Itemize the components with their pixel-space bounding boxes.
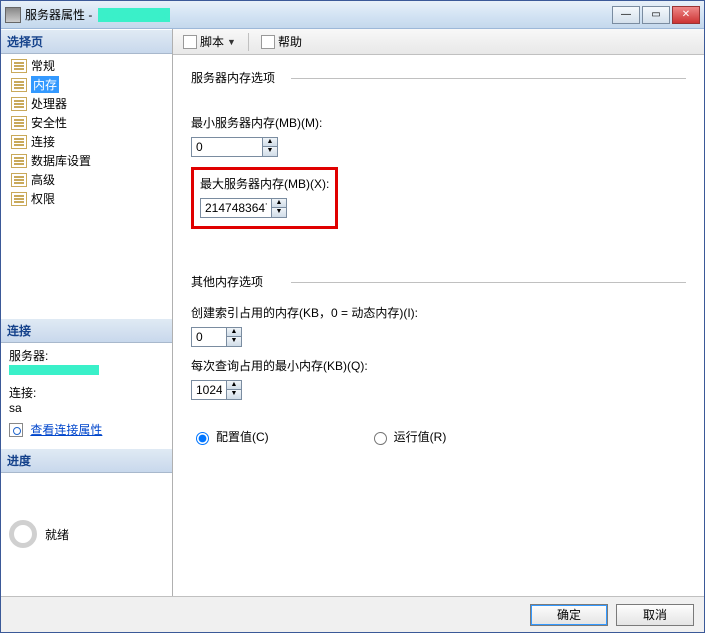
page-label: 高级 (31, 171, 55, 188)
connection-header: 连接 (1, 318, 172, 343)
max-memory-spinner[interactable]: ▲ ▼ (200, 198, 287, 218)
page-label: 连接 (31, 133, 55, 150)
select-page-header: 选择页 (1, 29, 172, 54)
spin-down-icon[interactable]: ▼ (263, 147, 277, 156)
ok-button[interactable]: 确定 (530, 604, 608, 626)
toolbar-separator (248, 33, 249, 51)
help-button[interactable]: 帮助 (257, 31, 306, 52)
page-item-security[interactable]: 安全性 (1, 113, 172, 132)
spin-down-icon[interactable]: ▼ (227, 337, 241, 346)
script-button[interactable]: 脚本 ▼ (179, 31, 240, 52)
maximize-button[interactable]: ▭ (642, 6, 670, 24)
titlebar: 服务器属性 - xxx.xxx.x.xx — ▭ ✕ (1, 1, 704, 29)
max-memory-label: 最大服务器内存(MB)(X): (200, 175, 329, 192)
spin-up-icon[interactable]: ▲ (272, 199, 286, 208)
server-memory-group: 服务器内存选项 最小服务器内存(MB)(M): ▲ ▼ 最大服务器内存(MB)(… (191, 69, 686, 229)
configured-value-radio[interactable]: 配置值(C) (191, 428, 269, 445)
help-icon (261, 35, 275, 49)
help-label: 帮助 (278, 33, 302, 50)
page-icon (11, 97, 27, 111)
running-radio-input[interactable] (374, 432, 387, 445)
server-value-redacted (9, 365, 99, 375)
page-icon (11, 154, 27, 168)
group-title: 其他内存选项 (191, 273, 686, 290)
page-label: 数据库设置 (31, 152, 91, 169)
server-memory-title: 服务器内存选项 (191, 71, 275, 85)
query-memory-spinner[interactable]: ▲ ▼ (191, 380, 242, 400)
page-item-connections[interactable]: 连接 (1, 132, 172, 151)
other-memory-title: 其他内存选项 (191, 275, 263, 289)
progress-status: 就绪 (45, 526, 69, 543)
view-connection-properties-link[interactable]: 查看连接属性 (30, 423, 102, 437)
page-label: 处理器 (31, 95, 67, 112)
page-item-general[interactable]: 常规 (1, 56, 172, 75)
app-icon (5, 7, 21, 23)
page-icon (11, 192, 27, 206)
dropdown-caret-icon[interactable]: ▼ (227, 37, 236, 47)
other-memory-group: 其他内存选项 创建索引占用的内存(KB，0 = 动态内存)(I): ▲ ▼ 每次… (191, 273, 686, 400)
page-icon (11, 173, 27, 187)
toolbar: 脚本 ▼ 帮助 (173, 29, 704, 55)
properties-icon (9, 423, 23, 437)
page-item-memory[interactable]: 内存 (1, 75, 172, 94)
cancel-button[interactable]: 取消 (616, 604, 694, 626)
content-area: 服务器内存选项 最小服务器内存(MB)(M): ▲ ▼ 最大服务器内存(MB)(… (173, 55, 704, 596)
divider (291, 78, 686, 79)
progress-panel: 就绪 (1, 473, 172, 597)
configured-radio-input[interactable] (196, 432, 209, 445)
min-memory-spinner[interactable]: ▲ ▼ (191, 137, 278, 157)
window-controls: — ▭ ✕ (612, 6, 700, 24)
page-label: 安全性 (31, 114, 67, 131)
window-title: 服务器属性 - (25, 6, 92, 23)
spin-down-icon[interactable]: ▼ (272, 208, 286, 217)
page-item-database-settings[interactable]: 数据库设置 (1, 151, 172, 170)
page-label: 内存 (31, 76, 59, 93)
connection-value: sa (9, 401, 164, 415)
page-list: 常规 内存 处理器 安全性 连接 数据库设置 (1, 54, 172, 318)
group-title: 服务器内存选项 (191, 69, 686, 86)
right-panel: 脚本 ▼ 帮助 服务器内存选项 最小服务器内存(MB)(M): (173, 29, 704, 596)
script-icon (183, 35, 197, 49)
spin-up-icon[interactable]: ▲ (263, 138, 277, 147)
running-label: 运行值(R) (394, 428, 447, 445)
query-memory-label: 每次查询占用的最小内存(KB)(Q): (191, 357, 686, 374)
close-button[interactable]: ✕ (672, 6, 700, 24)
page-item-processor[interactable]: 处理器 (1, 94, 172, 113)
progress-spinner-icon (9, 520, 37, 548)
server-name-redacted: xxx.xxx.x.xx (98, 8, 170, 22)
page-icon (11, 78, 27, 92)
script-label: 脚本 (200, 33, 224, 50)
max-memory-highlight: 最大服务器内存(MB)(X): ▲ ▼ (191, 167, 338, 229)
page-item-permissions[interactable]: 权限 (1, 189, 172, 208)
spin-up-icon[interactable]: ▲ (227, 381, 241, 390)
dialog-footer: 确定 取消 (1, 596, 704, 632)
index-memory-spinner[interactable]: ▲ ▼ (191, 327, 242, 347)
spin-down-icon[interactable]: ▼ (227, 390, 241, 399)
connection-info: 服务器: 连接: sa 查看连接属性 (1, 343, 172, 448)
server-label: 服务器: (9, 347, 164, 364)
page-icon (11, 59, 27, 73)
value-mode-radios: 配置值(C) 运行值(R) (191, 428, 686, 445)
max-memory-input[interactable] (201, 199, 271, 217)
index-memory-input[interactable] (192, 328, 226, 346)
divider (291, 282, 686, 283)
page-label: 权限 (31, 190, 55, 207)
min-memory-label: 最小服务器内存(MB)(M): (191, 114, 686, 131)
left-panel: 选择页 常规 内存 处理器 安全性 连接 (1, 29, 173, 596)
progress-header: 进度 (1, 448, 172, 473)
index-memory-label: 创建索引占用的内存(KB，0 = 动态内存)(I): (191, 304, 686, 321)
page-label: 常规 (31, 57, 55, 74)
running-value-radio[interactable]: 运行值(R) (369, 428, 447, 445)
configured-label: 配置值(C) (216, 428, 269, 445)
page-icon (11, 135, 27, 149)
query-memory-input[interactable] (192, 381, 226, 399)
connection-label: 连接: (9, 384, 164, 401)
min-memory-input[interactable] (192, 138, 262, 156)
page-item-advanced[interactable]: 高级 (1, 170, 172, 189)
minimize-button[interactable]: — (612, 6, 640, 24)
spin-up-icon[interactable]: ▲ (227, 328, 241, 337)
page-icon (11, 116, 27, 130)
